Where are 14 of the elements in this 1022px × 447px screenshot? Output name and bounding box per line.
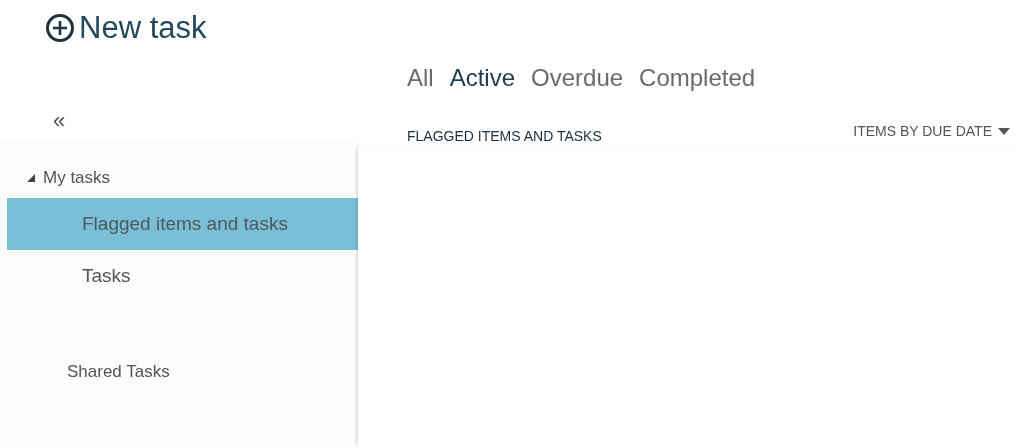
caret-icon xyxy=(998,127,1010,135)
sort-dropdown[interactable]: ITEMS BY DUE DATE xyxy=(853,123,1010,139)
filter-tab[interactable]: Active xyxy=(449,64,516,92)
add-icon xyxy=(45,13,75,43)
sidebar-group[interactable]: Shared Tasks xyxy=(7,352,358,392)
list-title: FLAGGED ITEMS AND TASKS xyxy=(407,128,602,144)
filter-tab[interactable]: All xyxy=(407,64,434,92)
sidebar-item[interactable]: Flagged items and tasks xyxy=(7,198,358,250)
filter-tab[interactable]: Overdue xyxy=(531,64,624,92)
filter-tab[interactable]: Completed xyxy=(639,64,756,92)
sidebar-item[interactable]: Tasks xyxy=(7,250,358,302)
new-task-button[interactable]: New task xyxy=(45,10,207,46)
sidebar-group[interactable]: My tasks xyxy=(7,158,358,198)
collapse-button[interactable]: « xyxy=(53,110,66,132)
